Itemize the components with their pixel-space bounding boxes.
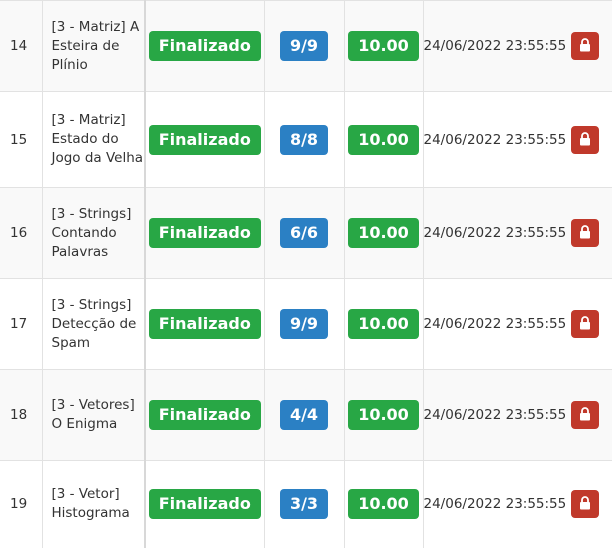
score-badge: 6/6 <box>279 218 329 248</box>
lock-button[interactable] <box>571 32 599 60</box>
exercise-name: [3 - Strings] Detecção de Spam <box>42 278 146 370</box>
submission-date: 24/06/2022 23:55:55 <box>423 316 567 332</box>
lock-icon <box>580 38 590 52</box>
lock-icon <box>580 407 590 421</box>
score-badge: 3/3 <box>279 489 329 520</box>
submission-date: 24/06/2022 23:55:55 <box>423 225 567 241</box>
lock-icon <box>580 131 590 145</box>
row-number: 14 <box>0 0 43 92</box>
submission-date: 24/06/2022 23:55:55 <box>423 131 567 148</box>
exercise-name: [3 - Strings] Contando Palavras <box>42 187 146 279</box>
row-number: 17 <box>0 278 43 370</box>
table-row: 19 [3 - Vetor] Histograma Finalizado 3/3… <box>0 460 612 548</box>
lock-button[interactable] <box>571 490 599 519</box>
row-number: 19 <box>0 460 43 548</box>
table-row: 17 [3 - Strings] Detecção de Spam Finali… <box>0 278 612 370</box>
grade-badge: 10.00 <box>348 218 419 248</box>
lock-icon <box>580 496 590 510</box>
lock-button[interactable] <box>571 219 599 247</box>
status-badge: Finalizado <box>148 31 261 61</box>
status-badge: Finalizado <box>148 309 261 339</box>
lock-icon <box>580 316 590 330</box>
submission-date: 24/06/2022 23:55:55 <box>423 407 567 423</box>
exercise-name: [3 - Vetor] Histograma <box>42 460 146 548</box>
table-row: 18 [3 - Vetores] O Enigma Finalizado 4/4… <box>0 369 612 461</box>
submissions-table: 14 [3 - Matriz] A Esteira de Plínio Fina… <box>0 0 612 548</box>
status-badge: Finalizado <box>148 218 261 248</box>
status-badge: Finalizado <box>148 400 261 430</box>
grade-badge: 10.00 <box>348 124 419 155</box>
table-row: 14 [3 - Matriz] A Esteira de Plínio Fina… <box>0 0 612 92</box>
score-badge: 4/4 <box>279 400 329 430</box>
exercise-name: [3 - Matriz] A Esteira de Plínio <box>42 0 146 92</box>
row-number: 15 <box>0 91 43 188</box>
submission-date: 24/06/2022 23:55:55 <box>423 38 567 54</box>
lock-button[interactable] <box>571 310 599 338</box>
row-number: 18 <box>0 369 43 461</box>
lock-icon <box>580 225 590 239</box>
submission-date: 24/06/2022 23:55:55 <box>423 496 567 513</box>
row-number: 16 <box>0 187 43 279</box>
exercise-name: [3 - Matriz] Estado do Jogo da Velha <box>42 91 146 188</box>
score-badge: 8/8 <box>279 124 329 155</box>
score-badge: 9/9 <box>279 31 329 61</box>
score-badge: 9/9 <box>279 309 329 339</box>
grade-badge: 10.00 <box>348 400 419 430</box>
table-row: 16 [3 - Strings] Contando Palavras Final… <box>0 187 612 279</box>
grade-badge: 10.00 <box>348 309 419 339</box>
lock-button[interactable] <box>571 125 599 154</box>
status-badge: Finalizado <box>148 489 261 520</box>
table-row: 15 [3 - Matriz] Estado do Jogo da Velha … <box>0 91 612 188</box>
lock-button[interactable] <box>571 401 599 429</box>
status-badge: Finalizado <box>148 124 261 155</box>
grade-badge: 10.00 <box>348 489 419 520</box>
grade-badge: 10.00 <box>348 31 419 61</box>
exercise-name: [3 - Vetores] O Enigma <box>42 369 146 461</box>
